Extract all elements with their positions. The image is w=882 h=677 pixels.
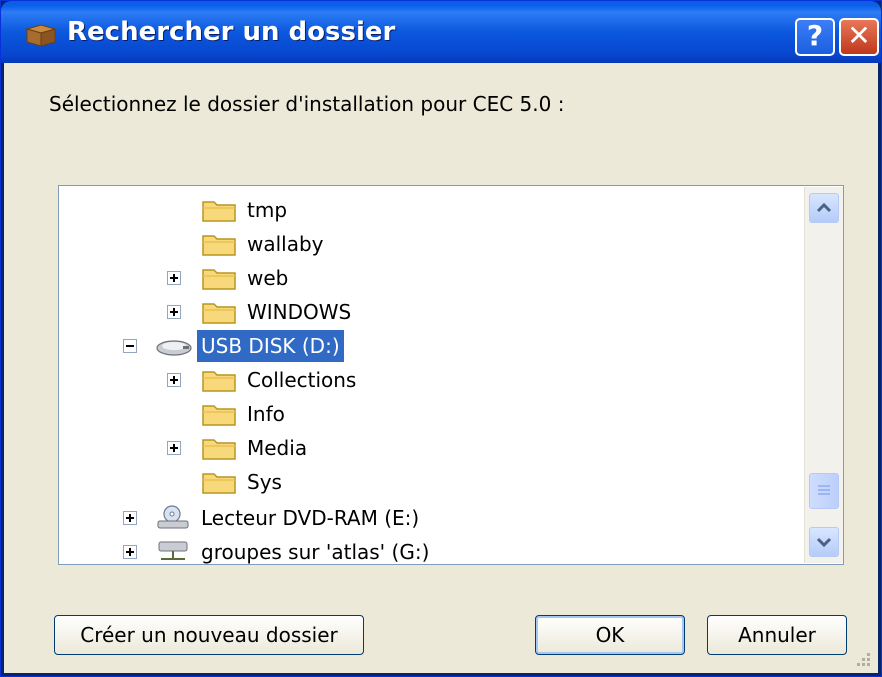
resize-grip-icon[interactable] bbox=[853, 649, 873, 669]
tree-item-label: Media bbox=[247, 436, 308, 460]
expand-plus-icon[interactable] bbox=[123, 545, 137, 559]
folder-icon bbox=[202, 439, 236, 460]
usb-drive-icon bbox=[156, 340, 192, 356]
chevron-down-icon bbox=[816, 537, 832, 548]
folder-icon bbox=[202, 201, 236, 222]
help-button[interactable]: ? bbox=[795, 18, 835, 56]
folder-tree[interactable]: tmp wallaby web WINDOWS USB DISK (D:) Co… bbox=[58, 185, 844, 565]
expand-plus-icon[interactable] bbox=[167, 305, 181, 319]
tree-item-label: USB DISK (D:) bbox=[197, 330, 344, 362]
tree-item-label: groupes sur 'atlas' (G:) bbox=[201, 540, 430, 564]
tree-item-label: Sys bbox=[247, 470, 282, 494]
window-title: Rechercher un dossier bbox=[67, 17, 396, 47]
tree-item-label: WINDOWS bbox=[247, 300, 352, 324]
new-folder-button[interactable]: Créer un nouveau dossier bbox=[54, 615, 364, 655]
browse-folder-dialog: Rechercher un dossier ? ✕ Sélectionnez l… bbox=[0, 0, 882, 677]
expand-plus-icon[interactable] bbox=[123, 511, 137, 525]
tree-scrollbar[interactable] bbox=[804, 187, 843, 563]
ok-button[interactable]: OK bbox=[535, 615, 685, 655]
folder-icon bbox=[202, 303, 236, 324]
tree-item-label: wallaby bbox=[247, 232, 324, 256]
expand-plus-icon[interactable] bbox=[167, 373, 181, 387]
tree-item-label: Lecteur DVD-RAM (E:) bbox=[201, 506, 420, 530]
cancel-button[interactable]: Annuler bbox=[707, 615, 847, 655]
folder-icon bbox=[202, 371, 236, 392]
expand-plus-icon[interactable] bbox=[167, 441, 181, 455]
folder-icon bbox=[202, 405, 236, 426]
chevron-up-icon bbox=[816, 202, 832, 213]
network-drive-icon bbox=[158, 541, 188, 560]
grip-icon bbox=[818, 485, 830, 495]
tree-item-label: Collections bbox=[247, 368, 357, 392]
folder-icon bbox=[202, 473, 236, 494]
folder-icon bbox=[202, 269, 236, 290]
tree-item-label: tmp bbox=[247, 198, 288, 222]
dvd-drive-icon bbox=[157, 505, 189, 529]
package-box-icon bbox=[25, 24, 57, 47]
close-button[interactable]: ✕ bbox=[839, 18, 879, 56]
folder-icon bbox=[202, 235, 236, 256]
scroll-down-button[interactable] bbox=[809, 527, 839, 557]
tree-item-label: Info bbox=[247, 402, 285, 426]
instruction-text: Sélectionnez le dossier d'installation p… bbox=[49, 92, 565, 116]
tree-item-label: web bbox=[247, 266, 289, 290]
collapse-minus-icon[interactable] bbox=[123, 339, 137, 353]
title-bar[interactable]: Rechercher un dossier ? ✕ bbox=[1, 1, 881, 63]
scroll-thumb[interactable] bbox=[809, 473, 839, 509]
expand-plus-icon[interactable] bbox=[167, 271, 181, 285]
scroll-up-button[interactable] bbox=[809, 193, 839, 223]
